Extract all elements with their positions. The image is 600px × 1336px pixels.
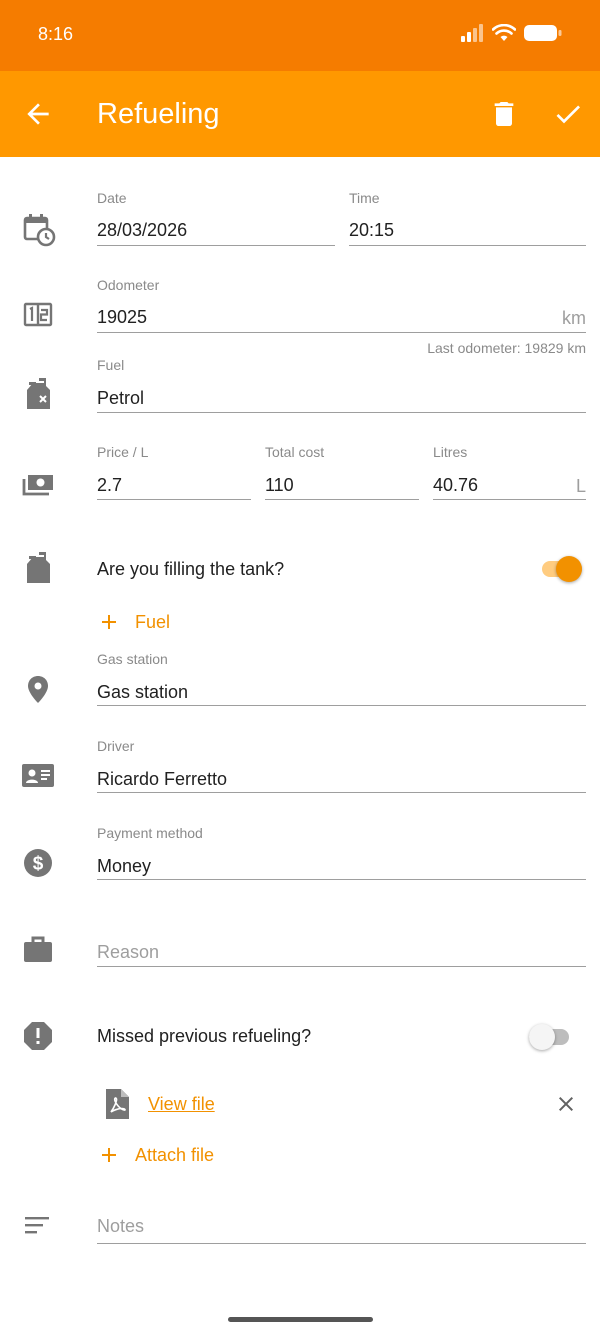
status-time: 8:16: [38, 24, 74, 44]
time-field[interactable]: Time 20:15: [349, 190, 586, 248]
price-underline: [97, 499, 251, 500]
reason-placeholder[interactable]: Reason: [97, 942, 159, 963]
page-title: Refueling: [97, 98, 220, 130]
gas-station-field[interactable]: Gas station Gas station: [97, 651, 586, 709]
driver-label: Driver: [97, 738, 135, 754]
briefcase-icon: [20, 932, 56, 968]
notes-placeholder[interactable]: Notes: [97, 1216, 144, 1237]
toggle-knob: [556, 556, 582, 582]
pdf-file-icon: [106, 1089, 129, 1119]
status-icons: [460, 24, 562, 42]
price-field[interactable]: Price / L 2.7: [97, 444, 251, 502]
reason-field[interactable]: Reason: [97, 925, 586, 969]
odometer-unit: km: [562, 308, 586, 328]
missed-refueling-label: Missed previous refueling?: [97, 1026, 312, 1046]
location-pin-icon: [20, 672, 56, 708]
fill-tank-toggle[interactable]: [538, 554, 586, 584]
fuel-value[interactable]: Petrol: [97, 388, 144, 409]
odometer-label: Odometer: [97, 277, 160, 293]
total-cost-underline: [265, 499, 419, 500]
home-indicator[interactable]: [228, 1317, 373, 1322]
last-odometer-hint: Last odometer: 19829 km: [427, 340, 586, 356]
driver-card-icon: [20, 758, 56, 794]
litres-field[interactable]: Litres 40.76 L: [433, 444, 586, 502]
dollar-icon: $: [20, 845, 56, 881]
back-arrow-icon[interactable]: [22, 98, 54, 130]
wifi-icon: [492, 24, 516, 41]
view-file-link[interactable]: View file: [148, 1094, 215, 1115]
delete-icon[interactable]: [488, 98, 520, 130]
battery-icon: [524, 25, 562, 41]
notes-lines-icon: [20, 1208, 56, 1244]
total-cost-label: Total cost: [265, 444, 325, 460]
odometer-field[interactable]: Odometer 19025 km: [97, 277, 586, 335]
gas-station-label: Gas station: [97, 651, 168, 667]
odometer-value[interactable]: 19025: [97, 307, 147, 328]
fuel-underline: [97, 412, 586, 413]
total-cost-value[interactable]: 110: [265, 475, 294, 496]
driver-field[interactable]: Driver Ricardo Ferretto: [97, 738, 586, 796]
odometer-underline: [97, 332, 586, 333]
missed-refueling-toggle[interactable]: [525, 1022, 573, 1052]
date-value[interactable]: 28/03/2026: [97, 220, 187, 241]
attach-file-label: Attach file: [135, 1144, 215, 1165]
time-value[interactable]: 20:15: [349, 220, 394, 241]
add-fuel-label: Fuel: [135, 611, 171, 632]
signal-icon: [461, 24, 483, 42]
status-bar: 8:16: [0, 0, 600, 71]
fuel-can-icon: [20, 378, 56, 414]
gas-station-value[interactable]: Gas station: [97, 682, 188, 703]
fuel-can-icon: [20, 552, 56, 588]
payment-method-value[interactable]: Money: [97, 856, 151, 877]
litres-underline: [433, 499, 586, 500]
litres-label: Litres: [433, 444, 468, 460]
money-icon: [20, 467, 56, 503]
gas-station-underline: [97, 705, 586, 706]
odometer-icon: [20, 297, 56, 333]
price-value[interactable]: 2.7: [97, 475, 122, 496]
fill-tank-label: Are you filling the tank?: [97, 559, 285, 579]
payment-method-field[interactable]: Payment method Money: [97, 825, 586, 883]
payment-method-underline: [97, 879, 586, 880]
close-icon[interactable]: [554, 1092, 578, 1116]
attach-file-button[interactable]: Attach file: [97, 1143, 214, 1167]
driver-underline: [97, 792, 586, 793]
driver-value[interactable]: Ricardo Ferretto: [97, 769, 227, 790]
fuel-label: Fuel: [97, 357, 125, 373]
date-label: Date: [97, 190, 127, 206]
fuel-field[interactable]: Fuel Petrol: [97, 357, 586, 415]
payment-method-label: Payment method: [97, 825, 203, 841]
date-underline: [97, 245, 335, 246]
add-fuel-button[interactable]: Fuel: [97, 610, 170, 634]
save-check-icon[interactable]: [552, 98, 584, 130]
notes-underline: [97, 1243, 586, 1244]
litres-unit: L: [575, 476, 586, 496]
alert-octagon-icon: [20, 1018, 56, 1054]
reason-underline: [97, 966, 586, 967]
price-label: Price / L: [97, 444, 149, 460]
plus-icon: [102, 615, 116, 629]
toggle-knob: [529, 1024, 555, 1050]
date-field[interactable]: Date 28/03/2026: [97, 190, 335, 248]
svg-text:$: $: [33, 854, 44, 875]
time-underline: [349, 245, 586, 246]
notes-field[interactable]: Notes: [97, 1199, 586, 1245]
time-label: Time: [349, 190, 380, 206]
litres-value[interactable]: 40.76: [433, 475, 478, 496]
app-bar: Refueling: [0, 71, 600, 157]
total-cost-field[interactable]: Total cost 110: [265, 444, 419, 502]
plus-icon: [102, 1148, 116, 1162]
calendar-clock-icon: [20, 211, 56, 247]
